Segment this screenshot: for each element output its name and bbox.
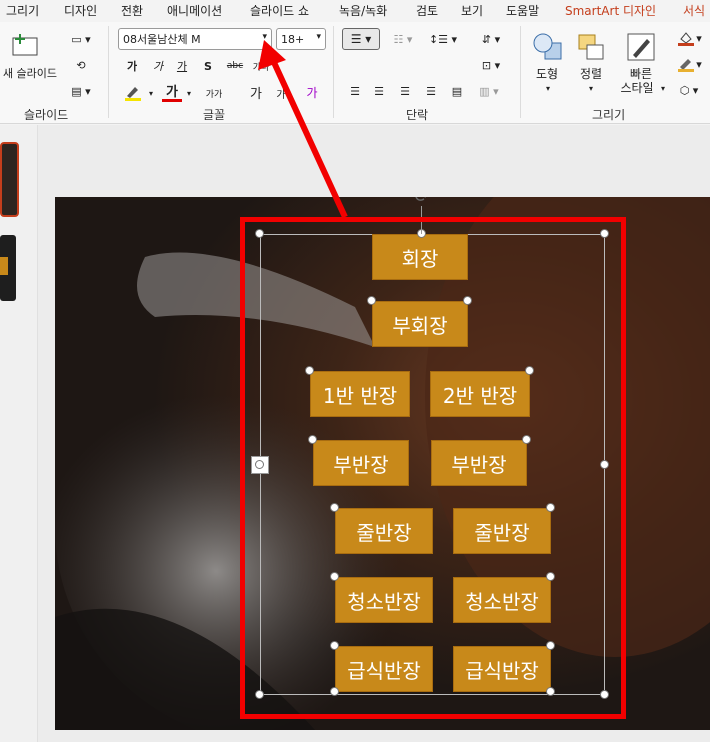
annotation-arrow (258, 40, 348, 219)
